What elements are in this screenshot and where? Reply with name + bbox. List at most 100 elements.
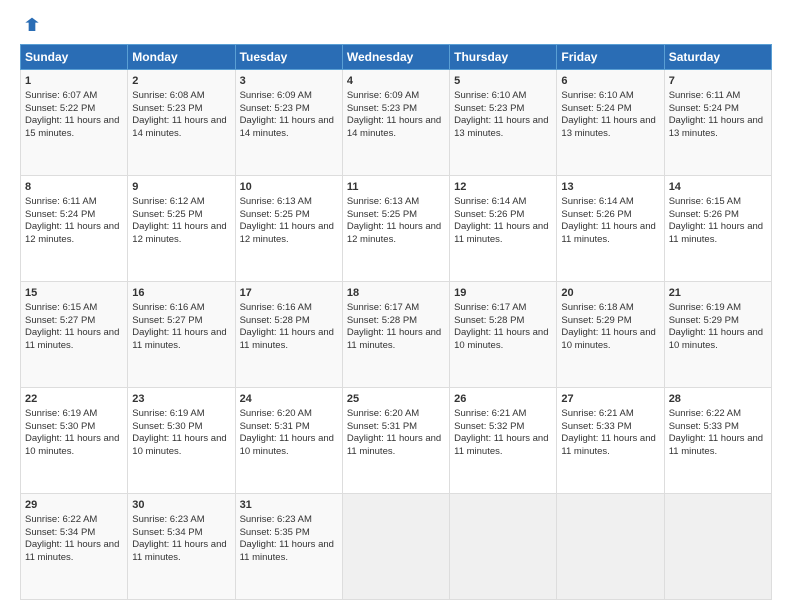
calendar-cell: 27Sunrise: 6:21 AMSunset: 5:33 PMDayligh… — [557, 388, 664, 494]
sunset: Sunset: 5:23 PM — [347, 103, 417, 114]
day-number: 11 — [347, 180, 445, 195]
calendar-cell: 2Sunrise: 6:08 AM Sunset: 5:23 PMDaylight… — [128, 70, 235, 176]
calendar-week: 22Sunrise: 6:19 AMSunset: 5:30 PMDayligh… — [21, 388, 772, 494]
day-number: 5 — [454, 74, 552, 89]
calendar-cell: 21Sunrise: 6:19 AMSunset: 5:29 PMDayligh… — [664, 282, 771, 388]
calendar-week: 29Sunrise: 6:22 AMSunset: 5:34 PMDayligh… — [21, 494, 772, 600]
day-number: 26 — [454, 392, 552, 407]
sunrise: Sunrise: 6:21 AM — [561, 408, 633, 419]
daylight-label: Daylight: 11 hours and 10 minutes. — [454, 327, 548, 351]
daylight-label: Daylight: 11 hours and 15 minutes. — [25, 115, 119, 139]
calendar-cell — [664, 494, 771, 600]
calendar-cell — [557, 494, 664, 600]
calendar-cell — [450, 494, 557, 600]
calendar-cell: 28Sunrise: 6:22 AM Sunset: 5:33 PMDayligh… — [664, 388, 771, 494]
sunrise: Sunrise: 6:13 AM — [240, 196, 312, 207]
day-header-monday: Monday — [128, 45, 235, 70]
calendar-body: 1Sunrise: 6:07 AMSunset: 5:22 PMDaylight… — [21, 70, 772, 600]
logo-icon — [22, 16, 42, 36]
daylight-label: Daylight: 11 hours and 11 minutes. — [240, 327, 334, 351]
day-number: 17 — [240, 286, 338, 301]
sunset: Sunset: 5:26 PM — [454, 209, 524, 220]
day-number: 23 — [132, 392, 230, 407]
day-number: 30 — [132, 498, 230, 513]
calendar-cell: 24Sunrise: 6:20 AMSunset: 5:31 PMDayligh… — [235, 388, 342, 494]
sunset: Sunset: 5:30 PM — [25, 421, 95, 432]
sunrise: Sunrise: 6:13 AM — [347, 196, 419, 207]
sunset: Sunset: 5:26 PM — [669, 209, 739, 220]
sunrise: Sunrise: 6:10 AM — [454, 90, 526, 101]
sunset: Sunset: 5:23 PM — [132, 103, 202, 114]
day-number: 29 — [25, 498, 123, 513]
daylight-label: Daylight: 11 hours and 11 minutes. — [25, 327, 119, 351]
daylight-label: Daylight: 11 hours and 11 minutes. — [669, 433, 763, 457]
daylight-label: Daylight: 11 hours and 11 minutes. — [132, 539, 226, 563]
calendar-cell: 9Sunrise: 6:12 AMSunset: 5:25 PMDaylight… — [128, 176, 235, 282]
daylight-label: Daylight: 11 hours and 14 minutes. — [132, 115, 226, 139]
sunset: Sunset: 5:35 PM — [240, 527, 310, 538]
sunset: Sunset: 5:33 PM — [669, 421, 739, 432]
daylight-label: Daylight: 11 hours and 11 minutes. — [669, 221, 763, 245]
sunrise: Sunrise: 6:20 AM — [240, 408, 312, 419]
daylight-label: Daylight: 11 hours and 11 minutes. — [454, 433, 548, 457]
sunset: Sunset: 5:34 PM — [25, 527, 95, 538]
header — [20, 16, 772, 36]
calendar: SundayMondayTuesdayWednesdayThursdayFrid… — [20, 44, 772, 600]
sunset: Sunset: 5:24 PM — [25, 209, 95, 220]
daylight-label: Daylight: 11 hours and 11 minutes. — [347, 433, 441, 457]
day-header-thursday: Thursday — [450, 45, 557, 70]
sunrise: Sunrise: 6:15 AM — [669, 196, 741, 207]
daylight-label: Daylight: 11 hours and 11 minutes. — [132, 327, 226, 351]
day-number: 24 — [240, 392, 338, 407]
calendar-cell: 3Sunrise: 6:09 AMSunset: 5:23 PMDaylight… — [235, 70, 342, 176]
day-number: 25 — [347, 392, 445, 407]
daylight-label: Daylight: 11 hours and 11 minutes. — [240, 539, 334, 563]
sunrise: Sunrise: 6:19 AM — [669, 302, 741, 313]
sunrise: Sunrise: 6:09 AM — [347, 90, 419, 101]
sunset: Sunset: 5:30 PM — [132, 421, 202, 432]
calendar-cell: 6Sunrise: 6:10 AMSunset: 5:24 PMDaylight… — [557, 70, 664, 176]
day-number: 8 — [25, 180, 123, 195]
calendar-cell: 10Sunrise: 6:13 AMSunset: 5:25 PMDayligh… — [235, 176, 342, 282]
sunset: Sunset: 5:31 PM — [240, 421, 310, 432]
day-number: 13 — [561, 180, 659, 195]
daylight-label: Daylight: 11 hours and 10 minutes. — [25, 433, 119, 457]
sunrise: Sunrise: 6:18 AM — [561, 302, 633, 313]
sunrise: Sunrise: 6:11 AM — [25, 196, 97, 207]
sunrise: Sunrise: 6:07 AM — [25, 90, 97, 101]
calendar-cell: 4Sunrise: 6:09 AMSunset: 5:23 PMDaylight… — [342, 70, 449, 176]
day-number: 1 — [25, 74, 123, 89]
sunset: Sunset: 5:28 PM — [347, 315, 417, 326]
sunrise: Sunrise: 6:23 AM — [132, 514, 204, 525]
daylight-label: Daylight: 11 hours and 11 minutes. — [347, 327, 441, 351]
daylight-label: Daylight: 11 hours and 11 minutes. — [454, 221, 548, 245]
calendar-cell: 5Sunrise: 6:10 AMSunset: 5:23 PMDaylight… — [450, 70, 557, 176]
calendar-cell: 19Sunrise: 6:17 AMSunset: 5:28 PMDayligh… — [450, 282, 557, 388]
sunrise: Sunrise: 6:22 AM — [669, 408, 741, 419]
sunrise: Sunrise: 6:08 AM — [132, 90, 204, 101]
calendar-week: 1Sunrise: 6:07 AMSunset: 5:22 PMDaylight… — [21, 70, 772, 176]
sunset: Sunset: 5:25 PM — [347, 209, 417, 220]
calendar-cell: 15Sunrise: 6:15 AMSunset: 5:27 PMDayligh… — [21, 282, 128, 388]
sunset: Sunset: 5:29 PM — [561, 315, 631, 326]
calendar-cell: 20Sunrise: 6:18 AMSunset: 5:29 PMDayligh… — [557, 282, 664, 388]
calendar-cell: 17Sunrise: 6:16 AMSunset: 5:28 PMDayligh… — [235, 282, 342, 388]
day-number: 19 — [454, 286, 552, 301]
sunrise: Sunrise: 6:16 AM — [240, 302, 312, 313]
calendar-cell: 16Sunrise: 6:16 AMSunset: 5:27 PMDayligh… — [128, 282, 235, 388]
calendar-cell: 31Sunrise: 6:23 AMSunset: 5:35 PMDayligh… — [235, 494, 342, 600]
day-number: 3 — [240, 74, 338, 89]
day-number: 22 — [25, 392, 123, 407]
daylight-label: Daylight: 11 hours and 14 minutes. — [347, 115, 441, 139]
calendar-cell: 29Sunrise: 6:22 AMSunset: 5:34 PMDayligh… — [21, 494, 128, 600]
header-row: SundayMondayTuesdayWednesdayThursdayFrid… — [21, 45, 772, 70]
sunrise: Sunrise: 6:17 AM — [347, 302, 419, 313]
day-number: 31 — [240, 498, 338, 513]
day-number: 2 — [132, 74, 230, 89]
calendar-header: SundayMondayTuesdayWednesdayThursdayFrid… — [21, 45, 772, 70]
day-number: 28 — [669, 392, 767, 407]
daylight-label: Daylight: 11 hours and 12 minutes. — [347, 221, 441, 245]
day-number: 20 — [561, 286, 659, 301]
calendar-cell: 25Sunrise: 6:20 AMSunset: 5:31 PMDayligh… — [342, 388, 449, 494]
calendar-cell: 18Sunrise: 6:17 AMSunset: 5:28 PMDayligh… — [342, 282, 449, 388]
